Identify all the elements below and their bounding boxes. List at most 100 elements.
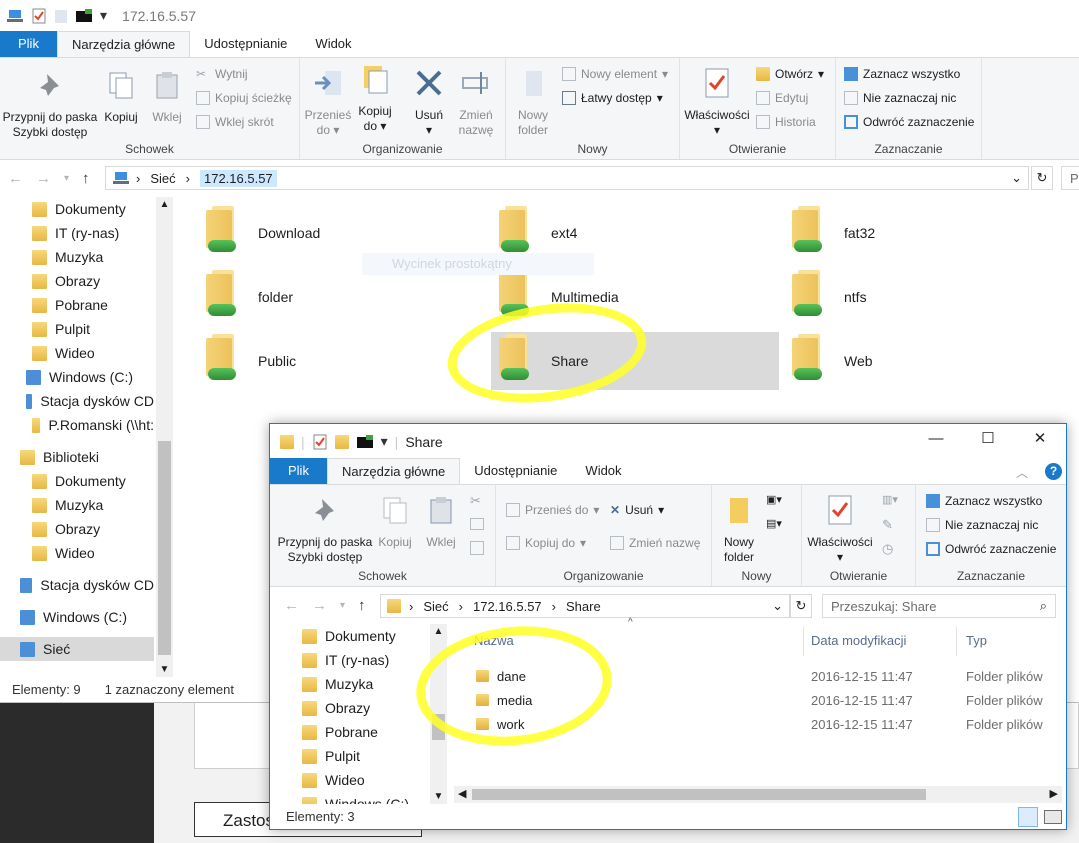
breadcrumb-ip[interactable]: 172.16.5.57 — [199, 169, 277, 187]
nav-item[interactable]: Dokumenty — [0, 197, 154, 221]
copy-path-icon[interactable] — [470, 518, 484, 530]
new-folder-qat-icon[interactable] — [334, 434, 349, 449]
recent-chevron-icon[interactable]: ▾ — [340, 600, 345, 611]
nav-item[interactable]: Pobrane — [302, 720, 426, 744]
nav-item[interactable]: Sieć — [0, 637, 154, 661]
new-item-icon[interactable]: ▣▾ — [766, 493, 782, 506]
nav-item[interactable]: Wideo — [0, 341, 154, 365]
forward-arrow-icon[interactable]: → — [36, 170, 51, 187]
copy-button[interactable]: Kopiuj — [374, 495, 416, 550]
column-type[interactable]: Typ — [966, 633, 987, 648]
address-dropdown-icon[interactable]: ⌄ — [772, 598, 783, 614]
share-tile[interactable]: ntfs — [784, 268, 1072, 326]
collapse-ribbon-icon[interactable]: ︿ — [1016, 464, 1028, 481]
nav-item[interactable]: Windows (C:) — [0, 365, 154, 389]
nav-item[interactable]: Pobrane — [0, 293, 154, 317]
large-icons-view-icon[interactable] — [1044, 810, 1062, 824]
address-dropdown-icon[interactable]: ⌄ — [1011, 170, 1022, 186]
cut-icon[interactable]: ✂ — [470, 493, 481, 509]
search-input[interactable]: Przeszukaj: Share ⌕ — [822, 594, 1056, 618]
move-to-button[interactable]: Przenieś do ▾ — [506, 503, 599, 517]
nav-item[interactable]: Muzyka — [302, 672, 426, 696]
open-button[interactable]: Otwórz ▾ — [756, 67, 824, 81]
nav-item[interactable]: Muzyka — [0, 493, 154, 517]
file-row-date[interactable]: 2016-12-15 11:47 — [811, 688, 913, 712]
recent-chevron-icon[interactable]: ▾ — [64, 173, 69, 184]
back-arrow-icon[interactable]: ← — [284, 597, 299, 614]
share-tile[interactable]: Public — [198, 332, 486, 390]
breadcrumb-network[interactable]: Sieć — [423, 599, 448, 614]
file-row-date[interactable]: 2016-12-15 11:47 — [811, 712, 913, 736]
up-arrow-icon[interactable]: ↑ — [358, 597, 366, 614]
delete-button[interactable]: Usuń ▾ — [408, 68, 450, 138]
nav-item[interactable]: Biblioteki — [0, 445, 154, 469]
horizontal-scrollbar[interactable]: ◀ ▶ — [454, 786, 1062, 803]
scroll-down-icon[interactable]: ▼ — [156, 664, 173, 675]
share-tile[interactable]: fat32 — [784, 204, 1072, 262]
select-all-button[interactable]: Zaznacz wszystko — [926, 494, 1042, 508]
refresh-button[interactable]: ↻ — [790, 594, 812, 618]
nav-item[interactable]: Windows (C:) — [0, 605, 154, 629]
delete-button[interactable]: ✕ Usuń ▾ — [610, 503, 664, 517]
history-icon[interactable]: ◷ — [882, 541, 893, 557]
move-to-button[interactable]: Przenieś do ▾ — [304, 68, 352, 138]
properties-button[interactable]: Właściwości ▾ — [804, 495, 876, 565]
new-folder-button[interactable]: Nowy folder — [510, 68, 556, 138]
nav-item[interactable]: Obrazy — [302, 696, 426, 720]
nav-item[interactable]: IT (ry-nas) — [302, 648, 426, 672]
properties-qat-icon[interactable] — [31, 8, 47, 24]
search-input[interactable]: P — [1061, 166, 1079, 190]
details-view-icon[interactable] — [1018, 807, 1038, 827]
minimize-icon[interactable]: — — [910, 424, 962, 454]
nav-scroll-thumb[interactable] — [158, 441, 171, 655]
paste-button[interactable]: Wklej — [146, 70, 188, 125]
scroll-up-icon[interactable]: ▲ — [430, 624, 447, 637]
breadcrumb-ip[interactable]: 172.16.5.57 — [473, 599, 542, 614]
nav-item[interactable]: Obrazy — [0, 517, 154, 541]
paste-button[interactable]: Wklej — [420, 495, 462, 550]
tab-home[interactable]: Narzędzia główne — [326, 458, 461, 484]
properties-button[interactable]: Właściwości ▾ — [682, 68, 752, 138]
column-date[interactable]: Data modyfikacji — [811, 633, 906, 648]
file-row-type[interactable]: Folder plików — [966, 664, 1043, 688]
copy-button[interactable]: Kopiuj — [100, 70, 142, 125]
close-icon[interactable]: ✕ — [1014, 424, 1066, 454]
new-item-button[interactable]: Nowy element ▾ — [562, 67, 668, 81]
tab-file[interactable]: Plik — [0, 31, 57, 57]
qat-dropdown-icon[interactable]: ▾ — [381, 433, 388, 450]
nav-item[interactable]: Wideo — [0, 541, 154, 565]
file-row-type[interactable]: Folder plików — [966, 688, 1043, 712]
cmd-qat-icon[interactable] — [75, 8, 93, 24]
nav-item[interactable]: P.Romanski (\\ht: — [0, 413, 154, 437]
breadcrumb-share[interactable]: Share — [566, 599, 601, 614]
select-none-button[interactable]: Nie zaznaczaj nic — [844, 91, 956, 105]
nav-item[interactable]: Stacja dysków CD — [0, 389, 154, 413]
scroll-down-icon[interactable]: ▼ — [430, 791, 447, 802]
horizontal-scroll-thumb[interactable] — [472, 789, 926, 800]
nav-item[interactable]: Wideo — [302, 768, 426, 792]
edit-button[interactable]: Edytuj — [756, 91, 808, 105]
rename-button[interactable]: Zmień nazwę — [454, 68, 498, 138]
help-icon[interactable]: ? — [1045, 463, 1062, 480]
file-row-date[interactable]: 2016-12-15 11:47 — [811, 664, 913, 688]
tab-share[interactable]: Udostępnianie — [190, 31, 301, 57]
address-bar[interactable]: › Sieć › 172.16.5.57 ⌄ — [105, 166, 1029, 190]
qat-dropdown-icon[interactable]: ▾ — [100, 7, 107, 24]
tab-file[interactable]: Plik — [270, 458, 327, 484]
maximize-icon[interactable]: ☐ — [962, 424, 1014, 454]
address-bar[interactable]: › Sieć › 172.16.5.57 › Share ⌄ — [380, 594, 790, 618]
scroll-right-icon[interactable]: ▶ — [1050, 787, 1058, 800]
forward-arrow-icon[interactable]: → — [312, 597, 327, 614]
nav-item[interactable]: Pulpit — [302, 744, 426, 768]
pin-quick-access-button[interactable]: Przypnij do paska Szybki dostęp — [276, 495, 374, 565]
tab-home[interactable]: Narzędzia główne — [56, 31, 191, 57]
copy-path-button[interactable]: Kopiuj ścieżkę — [196, 91, 292, 105]
nav-item[interactable]: Muzyka — [0, 245, 154, 269]
up-arrow-icon[interactable]: ↑ — [82, 170, 90, 187]
cmd-qat-icon[interactable] — [356, 434, 374, 450]
invert-selection-button[interactable]: Odwróć zaznaczenie — [926, 542, 1056, 556]
nav-item[interactable]: Dokumenty — [302, 624, 426, 648]
share-tile[interactable]: folder — [198, 268, 486, 326]
tab-view[interactable]: Widok — [301, 31, 365, 57]
back-arrow-icon[interactable]: ← — [8, 170, 23, 187]
